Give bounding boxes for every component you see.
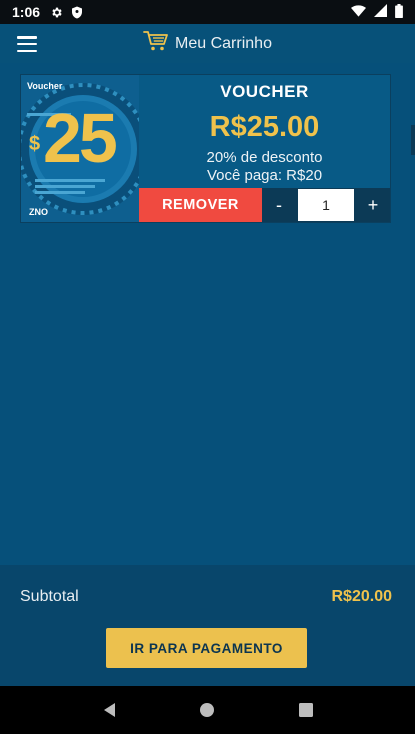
scrollbar[interactable] bbox=[411, 125, 415, 155]
settings-icon bbox=[50, 6, 63, 19]
subtotal-label: Subtotal bbox=[20, 588, 79, 605]
wifi-icon bbox=[351, 4, 366, 20]
quantity-input[interactable] bbox=[298, 189, 354, 221]
decrement-button[interactable]: - bbox=[262, 188, 296, 222]
page-title: Meu Carrinho bbox=[175, 34, 272, 52]
signal-icon bbox=[374, 4, 387, 20]
cart-summary: Subtotal R$20.00 IR PARA PAGAMENTO bbox=[0, 565, 415, 686]
quantity-stepper: - + bbox=[262, 188, 390, 222]
item-price: R$25.00 bbox=[209, 111, 320, 143]
item-discount: 20% de desconto bbox=[206, 149, 323, 166]
menu-icon[interactable] bbox=[17, 36, 37, 52]
item-title: VOUCHER bbox=[220, 82, 309, 101]
item-you-pay: Você paga: R$20 bbox=[206, 167, 323, 184]
voucher-thumbnail: Voucher $ 25 ZNO bbox=[21, 75, 139, 222]
app-title-group: Meu Carrinho bbox=[143, 30, 272, 57]
subtotal-value: R$20.00 bbox=[331, 588, 393, 605]
item-actions: REMOVER - + bbox=[139, 188, 390, 222]
remove-button[interactable]: REMOVER bbox=[139, 188, 262, 222]
increment-button[interactable]: + bbox=[356, 188, 390, 222]
voucher-footer-label: ZNO bbox=[29, 207, 48, 217]
shield-icon bbox=[71, 6, 83, 19]
voucher-amount: 25 bbox=[43, 99, 118, 177]
cart-content: Voucher $ 25 ZNO VOUCHER R$25.00 20% de … bbox=[0, 63, 415, 565]
checkout-button[interactable]: IR PARA PAGAMENTO bbox=[106, 628, 307, 668]
status-time: 1:06 bbox=[12, 4, 41, 20]
voucher-badge-label: Voucher bbox=[27, 81, 63, 91]
system-nav-bar bbox=[0, 686, 415, 734]
battery-icon bbox=[395, 3, 403, 21]
recents-icon[interactable] bbox=[291, 695, 321, 725]
back-icon[interactable] bbox=[94, 695, 124, 725]
home-icon[interactable] bbox=[192, 695, 222, 725]
status-bar: 1:06 bbox=[0, 0, 415, 24]
cart-item: Voucher $ 25 ZNO VOUCHER R$25.00 20% de … bbox=[20, 74, 391, 223]
cart-item-info: VOUCHER R$25.00 20% de desconto Você pag… bbox=[139, 75, 390, 222]
voucher-currency-symbol: $ bbox=[29, 133, 41, 155]
app-bar: Meu Carrinho bbox=[0, 24, 415, 63]
cart-icon bbox=[143, 30, 169, 57]
